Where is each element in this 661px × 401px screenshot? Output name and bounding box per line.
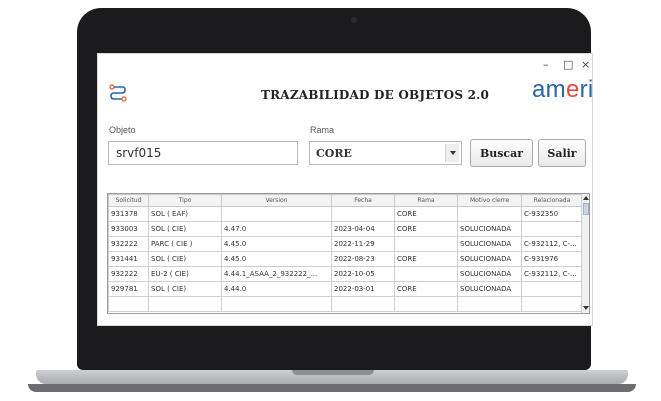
table-cell[interactable]: CORE [394, 251, 458, 267]
close-button[interactable]: × [581, 58, 590, 71]
column-header[interactable]: Motivo cierre [457, 194, 522, 207]
table-cell[interactable]: SOLUCIONADA [457, 266, 522, 282]
table-cell[interactable]: 4.47.0 [221, 221, 332, 237]
table-cell[interactable] [521, 296, 583, 312]
chevron-down-icon[interactable] [445, 144, 459, 162]
table-cell[interactable]: CORE [394, 206, 458, 222]
salir-button[interactable]: Salir [538, 139, 586, 167]
table-cell[interactable]: SOL ( CIE) [148, 251, 222, 267]
table-row[interactable] [108, 296, 583, 312]
brand-text-start: am [532, 76, 566, 103]
table-cell[interactable]: 4.44.1_ASAA_2_932222_... [221, 266, 332, 282]
scrollbar-thumb[interactable] [583, 203, 589, 215]
table-cell[interactable]: 931378 [108, 206, 149, 222]
table-cell[interactable]: 4.45.0 [221, 251, 332, 267]
table-cell[interactable]: 2023-04-04 [331, 221, 395, 237]
column-header[interactable]: Version [221, 194, 332, 207]
table-cell[interactable]: 932222 [108, 236, 149, 252]
table-cell[interactable]: 931441 [108, 251, 149, 267]
laptop-scene: – □ × TRAZABILIDAD DE OBJETOS 2.0 amerik… [0, 0, 661, 401]
table-cell[interactable]: CORE [394, 281, 458, 297]
brand-text-end: rika [579, 76, 593, 103]
table-cell[interactable]: SOL ( CIE) [148, 221, 222, 237]
laptop-notch [292, 370, 374, 375]
table-cell[interactable]: SOLUCIONADA [457, 281, 522, 297]
objeto-input[interactable]: srvf015 [108, 141, 298, 165]
table-cell[interactable] [148, 296, 222, 312]
table-cell[interactable] [457, 296, 522, 312]
scroll-down-icon[interactable] [583, 306, 589, 310]
table-cell[interactable]: CORE [394, 221, 458, 237]
app-window: – □ × TRAZABILIDAD DE OBJETOS 2.0 amerik… [97, 53, 593, 326]
rama-label: Rama [310, 125, 335, 135]
table-cell[interactable] [394, 266, 458, 282]
window-title: TRAZABILIDAD DE OBJETOS 2.0 [261, 88, 490, 102]
app-logo-icon [109, 84, 127, 102]
table-header-row: Solicitud Tipo Version Fecha Rama Motivo… [108, 194, 583, 207]
brand-text-accent: e [565, 76, 580, 103]
results-table: Solicitud Tipo Version Fecha Rama Motivo… [108, 194, 583, 312]
table-row[interactable]: 932222 PARC ( CIE ) 4.45.0 2022-11-29 SO… [108, 236, 583, 252]
table-vertical-scrollbar[interactable] [581, 194, 589, 313]
table-cell[interactable]: EU-2 ( CIE) [148, 266, 222, 282]
table-cell[interactable] [521, 281, 583, 297]
table-cell[interactable]: 2022-10-05 [331, 266, 395, 282]
rama-select[interactable]: CORE [309, 141, 462, 165]
table-cell[interactable]: 2022-08-23 [331, 251, 395, 267]
results-table-container: Solicitud Tipo Version Fecha Rama Motivo… [107, 193, 590, 314]
objeto-label: Objeto [109, 125, 136, 135]
table-row[interactable]: 932222 EU-2 ( CIE) 4.44.1_ASAA_2_932222_… [108, 266, 583, 282]
table-cell[interactable] [394, 236, 458, 252]
table-cell[interactable]: 933003 [108, 221, 149, 237]
brand-logo: amerika [532, 76, 593, 104]
buscar-button[interactable]: Buscar [470, 139, 533, 167]
laptop-base-edge [28, 384, 636, 392]
table-cell[interactable]: 932222 [108, 266, 149, 282]
rama-selected-value: CORE [316, 147, 352, 160]
table-cell[interactable] [331, 296, 395, 312]
minimize-button[interactable]: – [543, 58, 549, 71]
table-cell[interactable] [521, 221, 583, 237]
scroll-up-icon[interactable] [583, 196, 589, 200]
table-cell[interactable]: 929781 [108, 281, 149, 297]
table-row[interactable]: 931441 SOL ( CIE) 4.45.0 2022-08-23 CORE… [108, 251, 583, 267]
table-cell[interactable] [221, 296, 332, 312]
table-row[interactable]: 929781 SOL ( CIE) 4.44.0 2022-03-01 CORE… [108, 281, 583, 297]
column-header[interactable]: Solicitud [108, 194, 149, 207]
table-row[interactable]: 933003 SOL ( CIE) 4.47.0 2023-04-04 CORE… [108, 221, 583, 237]
table-cell[interactable]: 4.44.0 [221, 281, 332, 297]
table-cell[interactable]: C-932112, C-... [521, 266, 583, 282]
table-cell[interactable]: SOL ( CIE) [148, 281, 222, 297]
table-cell[interactable]: 4.45.0 [221, 236, 332, 252]
table-cell[interactable] [221, 206, 332, 222]
column-header[interactable]: Fecha [331, 194, 395, 207]
table-cell[interactable]: 2022-03-01 [331, 281, 395, 297]
table-cell[interactable] [331, 206, 395, 222]
table-cell[interactable]: C-932112, C-... [521, 236, 583, 252]
table-cell[interactable]: 2022-11-29 [331, 236, 395, 252]
column-header[interactable]: Tipo [148, 194, 222, 207]
column-header[interactable]: Rama [394, 194, 458, 207]
table-cell[interactable]: SOLUCIONADA [457, 236, 522, 252]
table-cell[interactable]: C-931976 [521, 251, 583, 267]
column-header[interactable]: Relacionada [521, 194, 583, 207]
table-cell[interactable] [394, 296, 458, 312]
maximize-button[interactable]: □ [563, 58, 573, 71]
table-cell[interactable]: SOLUCIONADA [457, 251, 522, 267]
webcam [351, 17, 357, 23]
table-cell[interactable] [457, 206, 522, 222]
table-cell[interactable]: SOLUCIONADA [457, 221, 522, 237]
table-cell[interactable]: C-932350 [521, 206, 583, 222]
table-cell[interactable] [108, 296, 149, 312]
table-cell[interactable]: SOL ( EAF) [148, 206, 222, 222]
table-cell[interactable]: PARC ( CIE ) [148, 236, 222, 252]
table-row[interactable]: 931378 SOL ( EAF) CORE C-932350 [108, 206, 583, 222]
